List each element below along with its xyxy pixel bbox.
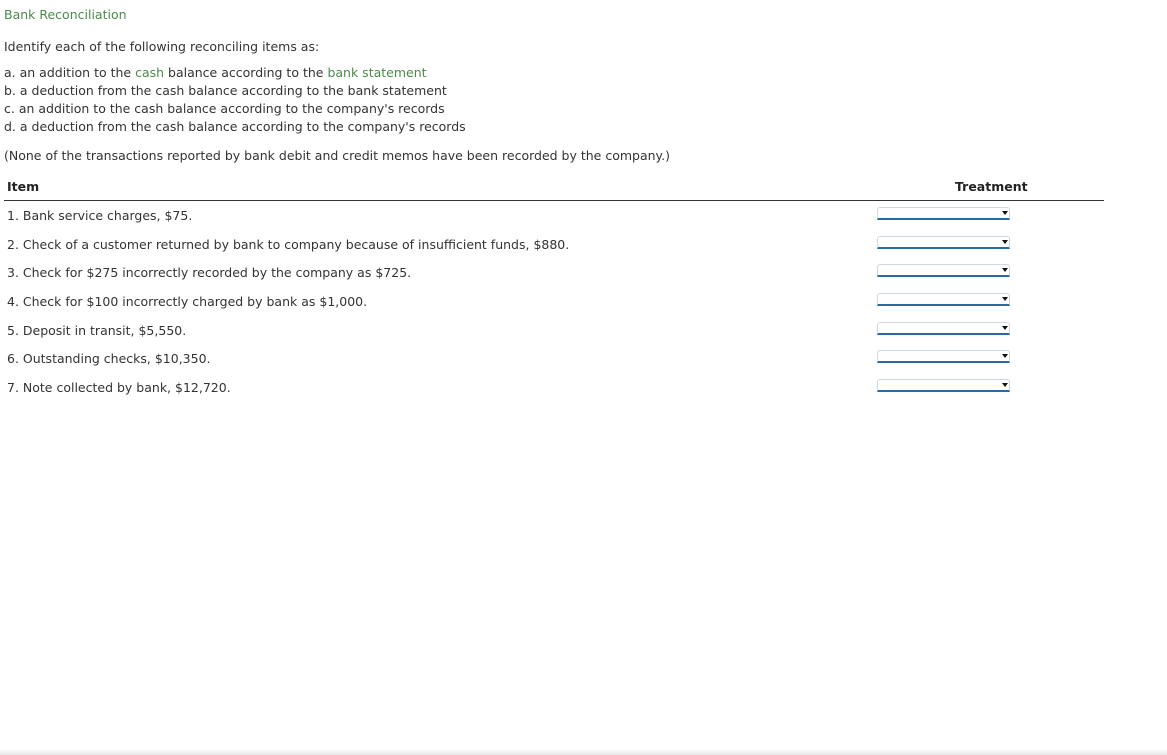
chevron-down-icon <box>1002 239 1008 244</box>
table-row: 4. Check for $100 incorrectly charged by… <box>4 287 1104 316</box>
table-row: 6. Outstanding checks, $10,350. <box>4 344 1104 373</box>
table-row: 5. Deposit in transit, $5,550. <box>4 316 1104 345</box>
item-text: 3. Check for $275 incorrectly recorded b… <box>7 265 412 281</box>
table-header: Item Treatment <box>4 177 1104 201</box>
header-treatment: Treatment <box>955 179 1028 194</box>
page: Bank Reconciliation Identify each of the… <box>0 0 1167 755</box>
table-row: 7. Note collected by bank, $12,720. <box>4 373 1104 402</box>
item-text: 6. Outstanding checks, $10,350. <box>7 351 211 367</box>
treatment-select[interactable] <box>877 379 1010 393</box>
option-a-prefix: a. an addition to the <box>4 65 136 80</box>
item-text: 7. Note collected by bank, $12,720. <box>7 380 231 396</box>
cash-link[interactable]: cash <box>135 65 164 80</box>
option-c: c. an addition to the cash balance accor… <box>4 101 445 116</box>
bank-statement-link[interactable]: bank statement <box>327 65 426 80</box>
instructions: Identify each of the following reconcili… <box>4 39 320 54</box>
reconciliation-table: Item Treatment 1. Bank service charges, … <box>4 177 1104 402</box>
table-row: 3. Check for $275 incorrectly recorded b… <box>4 258 1104 287</box>
chevron-down-icon <box>1002 211 1008 215</box>
chevron-down-icon <box>1002 354 1008 359</box>
page-title: Bank Reconciliation <box>4 7 127 22</box>
option-a-middle: balance according to the <box>164 65 328 80</box>
item-text: 4. Check for $100 incorrectly charged by… <box>7 294 368 310</box>
treatment-select[interactable] <box>877 321 1010 335</box>
table-row: 2. Check of a customer returned by bank … <box>4 230 1104 259</box>
header-item: Item <box>7 179 40 194</box>
treatment-select[interactable] <box>877 293 1010 307</box>
option-a: a. an addition to the cash balance accor… <box>4 64 466 82</box>
chevron-down-icon <box>1002 297 1008 302</box>
chevron-down-icon <box>1002 268 1008 273</box>
option-d: d. a deduction from the cash balance acc… <box>4 119 466 134</box>
options-list: a. an addition to the cash balance accor… <box>4 64 466 136</box>
table-row: 1. Bank service charges, $75. <box>4 201 1104 230</box>
chevron-down-icon <box>1002 325 1008 330</box>
treatment-select[interactable] <box>877 207 1010 220</box>
note-text: (None of the transactions reported by ba… <box>4 148 671 163</box>
option-b: b. a deduction from the cash balance acc… <box>4 83 447 98</box>
item-text: 5. Deposit in transit, $5,550. <box>7 322 187 338</box>
treatment-select[interactable] <box>877 235 1010 249</box>
treatment-select[interactable] <box>877 264 1010 278</box>
chevron-down-icon <box>1002 383 1008 388</box>
treatment-select[interactable] <box>877 350 1010 364</box>
item-text: 2. Check of a customer returned by bank … <box>7 236 570 252</box>
bottom-divider <box>0 749 1167 755</box>
item-text: 1. Bank service charges, $75. <box>7 208 193 223</box>
